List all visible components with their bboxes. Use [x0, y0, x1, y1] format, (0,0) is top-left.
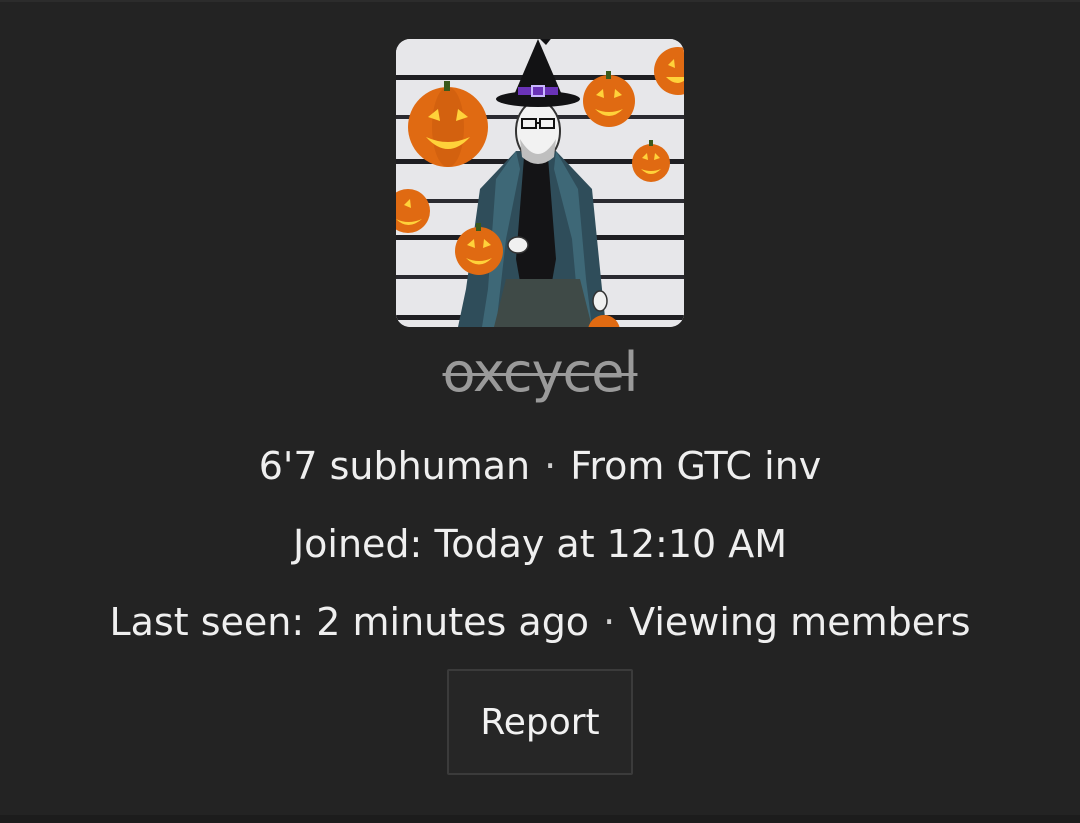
user-source: From GTC inv: [570, 444, 822, 488]
joined-label: Joined:: [292, 522, 423, 566]
user-title: 6'7 subhuman: [258, 444, 531, 488]
member-profile-card: oxcycel 6'7 subhuman · From GTC inv Joined…: [0, 0, 1080, 823]
joined-line: Joined: Today at 12:10 AM: [0, 520, 1080, 568]
joined-value: Today at 12:10 AM: [434, 522, 788, 566]
current-activity[interactable]: Viewing members: [629, 600, 970, 644]
avatar[interactable]: [396, 39, 684, 327]
username[interactable]: oxcycel: [0, 338, 1080, 408]
last-seen-value: 2 minutes ago: [316, 600, 590, 644]
separator-dot: ·: [603, 600, 616, 644]
profile-info-line: 6'7 subhuman · From GTC inv: [0, 442, 1080, 490]
last-seen-line: Last seen: 2 minutes ago · Viewing members: [0, 598, 1080, 646]
separator-dot: ·: [544, 444, 557, 488]
last-seen-label: Last seen:: [109, 600, 305, 644]
bottom-divider: [0, 815, 1080, 823]
report-button[interactable]: Report: [447, 669, 633, 775]
avatar-image-icon: [396, 39, 684, 327]
